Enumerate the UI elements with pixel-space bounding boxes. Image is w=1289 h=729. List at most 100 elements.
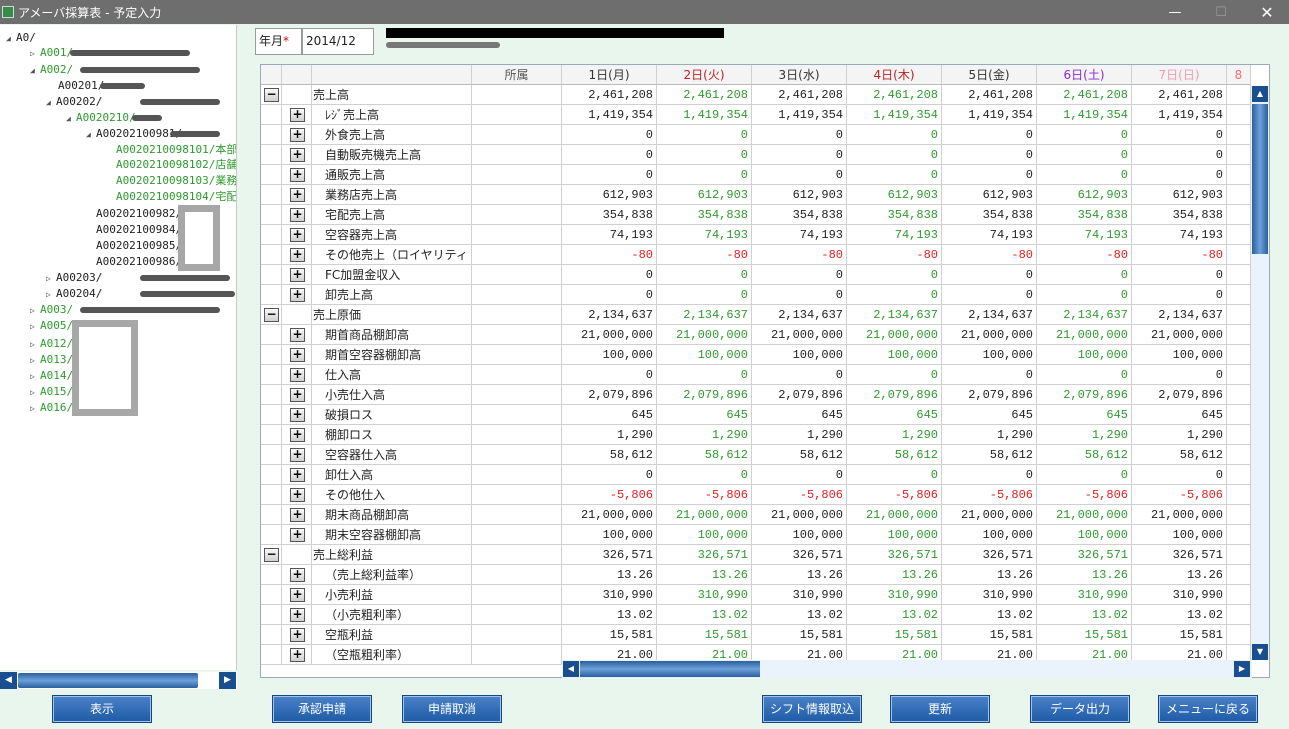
- value-cell[interactable]: 0: [1037, 465, 1132, 485]
- collapse-arrow-icon[interactable]: ◢: [30, 62, 40, 79]
- value-cell[interactable]: 326,571: [562, 545, 657, 565]
- value-cell[interactable]: 2,079,896: [847, 385, 942, 405]
- toggle-cell[interactable]: [261, 525, 282, 545]
- value-cell[interactable]: 2,461,208: [1037, 85, 1132, 105]
- value-cell[interactable]: 0: [1037, 145, 1132, 165]
- value-cell[interactable]: 1,419,354: [847, 105, 942, 125]
- tree-node[interactable]: ▷ A005/: [30, 317, 73, 334]
- toggle-cell[interactable]: −: [261, 305, 282, 325]
- grid-row[interactable]: + 期末商品棚卸高 21,000,000 21,000,000 21,000,000 21…: [261, 505, 1251, 525]
- value-cell[interactable]: 0: [1037, 285, 1132, 305]
- value-cell[interactable]: 0: [942, 165, 1037, 185]
- value-cell[interactable]: 0: [847, 365, 942, 385]
- value-cell[interactable]: 74,193: [942, 225, 1037, 245]
- expand-arrow-icon[interactable]: ▷: [30, 45, 40, 62]
- day-header[interactable]: 7日(日): [1132, 65, 1227, 85]
- value-cell[interactable]: 13.02: [562, 605, 657, 625]
- collapse-arrow-icon[interactable]: ◢: [86, 126, 96, 143]
- expand-icon[interactable]: +: [290, 288, 305, 302]
- value-cell[interactable]: 13.26: [1132, 565, 1227, 585]
- toggle-cell[interactable]: +: [282, 285, 312, 305]
- toggle-cell[interactable]: +: [282, 125, 312, 145]
- grid-row[interactable]: + 自動販売機売上高 0 0 0 0 0 0 0: [261, 145, 1251, 165]
- value-cell[interactable]: 0: [562, 465, 657, 485]
- tree-node[interactable]: A00202100986/: [86, 253, 182, 270]
- collapse-arrow-icon[interactable]: ◢: [46, 94, 56, 111]
- grid-row[interactable]: − 売上総利益 326,571 326,571 326,571 326,571 326,57…: [261, 545, 1251, 565]
- toggle-cell[interactable]: [261, 645, 282, 665]
- value-cell[interactable]: 58,612: [942, 445, 1037, 465]
- expand-icon[interactable]: +: [290, 528, 305, 542]
- grid-row[interactable]: + 空容器仕入高 58,612 58,612 58,612 58,612 58,612 58,…: [261, 445, 1251, 465]
- expand-icon[interactable]: +: [290, 508, 305, 522]
- collapse-arrow-icon[interactable]: ◢: [66, 110, 76, 127]
- grid-row[interactable]: + 仕入高 0 0 0 0 0 0 0: [261, 365, 1251, 385]
- value-cell[interactable]: 1,290: [942, 425, 1037, 445]
- grid-row[interactable]: + 卸売上高 0 0 0 0 0 0 0: [261, 285, 1251, 305]
- grid-row[interactable]: + その他仕入 -5,806 -5,806 -5,806 -5,806 -5,806 -5,8…: [261, 485, 1251, 505]
- toggle-cell[interactable]: [261, 285, 282, 305]
- collapse-arrow-icon[interactable]: ◢: [6, 30, 16, 47]
- value-cell[interactable]: 13.26: [562, 565, 657, 585]
- expand-icon[interactable]: +: [290, 268, 305, 282]
- day-header[interactable]: 6日(土): [1037, 65, 1132, 85]
- value-cell[interactable]: 645: [942, 405, 1037, 425]
- toggle-cell[interactable]: [261, 205, 282, 225]
- year-month-field[interactable]: 2014/12: [302, 28, 374, 55]
- value-cell[interactable]: 2,134,637: [1132, 305, 1227, 325]
- toggle-cell[interactable]: +: [282, 265, 312, 285]
- export-button[interactable]: データ出力: [1030, 695, 1130, 723]
- value-cell[interactable]: 645: [657, 405, 752, 425]
- value-cell[interactable]: 0: [1037, 125, 1132, 145]
- tree-node[interactable]: A0020210098102/店舗: [106, 156, 236, 173]
- value-cell[interactable]: 13.02: [752, 605, 847, 625]
- value-cell[interactable]: 0: [1132, 145, 1227, 165]
- expand-icon[interactable]: +: [290, 228, 305, 242]
- value-cell[interactable]: 15,581: [657, 625, 752, 645]
- expand-icon[interactable]: +: [290, 628, 305, 642]
- toggle-cell[interactable]: [261, 145, 282, 165]
- value-cell[interactable]: 2,079,896: [657, 385, 752, 405]
- value-cell[interactable]: 0: [847, 265, 942, 285]
- value-cell[interactable]: 645: [562, 405, 657, 425]
- toggle-cell[interactable]: [261, 445, 282, 465]
- tree-node[interactable]: ▷ A00203/: [46, 269, 102, 286]
- value-cell[interactable]: 74,193: [1037, 225, 1132, 245]
- toggle-cell[interactable]: −: [261, 545, 282, 565]
- toggle-cell[interactable]: [261, 225, 282, 245]
- approve-request-button[interactable]: 承認申請: [272, 695, 372, 723]
- tree-node[interactable]: ◢ A002/: [30, 61, 73, 78]
- grid-row[interactable]: + 空瓶利益 15,581 15,581 15,581 15,581 15,581 15,58…: [261, 625, 1251, 645]
- scroll-thumb[interactable]: [1252, 104, 1268, 254]
- day-header[interactable]: 1日(月): [562, 65, 657, 85]
- value-cell[interactable]: 310,990: [847, 585, 942, 605]
- value-cell[interactable]: 645: [847, 405, 942, 425]
- toggle-cell[interactable]: [261, 165, 282, 185]
- value-cell[interactable]: 310,990: [752, 585, 847, 605]
- value-cell[interactable]: 2,461,208: [1132, 85, 1227, 105]
- value-cell[interactable]: -80: [1132, 245, 1227, 265]
- value-cell[interactable]: -80: [847, 245, 942, 265]
- value-cell[interactable]: 58,612: [657, 445, 752, 465]
- toggle-cell[interactable]: +: [282, 425, 312, 445]
- value-cell[interactable]: 326,571: [847, 545, 942, 565]
- value-cell[interactable]: 0: [1132, 125, 1227, 145]
- value-cell[interactable]: -5,806: [1132, 485, 1227, 505]
- tree-node[interactable]: ◢ A00202/: [46, 93, 102, 110]
- value-cell[interactable]: 0: [752, 165, 847, 185]
- value-cell[interactable]: 0: [847, 285, 942, 305]
- value-cell[interactable]: 21,000,000: [562, 505, 657, 525]
- value-cell[interactable]: 612,903: [1132, 185, 1227, 205]
- value-cell[interactable]: -5,806: [942, 485, 1037, 505]
- value-cell[interactable]: 354,838: [657, 205, 752, 225]
- value-cell[interactable]: 1,290: [847, 425, 942, 445]
- tree-node[interactable]: A00202100984/: [86, 221, 182, 238]
- collapse-icon[interactable]: −: [264, 548, 279, 562]
- toggle-cell[interactable]: [261, 345, 282, 365]
- value-cell[interactable]: 645: [1132, 405, 1227, 425]
- value-cell[interactable]: 2,461,208: [657, 85, 752, 105]
- value-cell[interactable]: 2,134,637: [942, 305, 1037, 325]
- cancel-request-button[interactable]: 申請取消: [402, 695, 502, 723]
- toggle-cell[interactable]: +: [282, 565, 312, 585]
- tree-node[interactable]: A00202100982/: [86, 205, 182, 222]
